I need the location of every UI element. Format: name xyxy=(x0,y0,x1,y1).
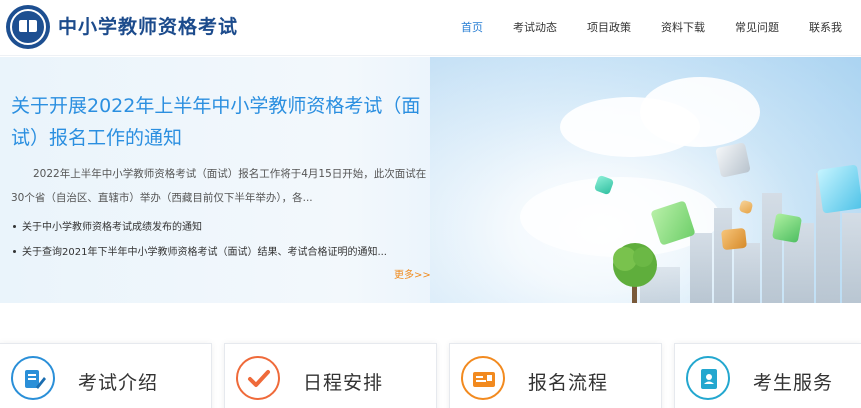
bullet-icon xyxy=(13,249,16,253)
bullet-icon xyxy=(13,224,16,228)
contact-book-icon xyxy=(686,356,730,400)
checkmark-icon xyxy=(236,356,280,400)
site-title[interactable]: 中小学教师资格考试 xyxy=(58,12,238,39)
cloud-decoration xyxy=(640,77,760,147)
id-card-icon xyxy=(461,356,505,400)
building xyxy=(842,213,861,303)
document-edit-icon-glyph xyxy=(25,370,46,389)
building xyxy=(734,243,760,303)
nav-item-policy[interactable]: 项目政策 xyxy=(572,0,646,56)
card-schedule[interactable]: 日程安排 xyxy=(224,343,437,408)
building xyxy=(762,193,782,303)
document-edit-icon xyxy=(11,356,55,400)
building xyxy=(714,208,732,303)
nav-item-faq[interactable]: 常见问题 xyxy=(720,0,794,56)
news-item[interactable]: 关于查询2021年下半年中小学教师资格考试（面试）结果、考试合格证明的通知... xyxy=(11,240,431,265)
hero-banner: 关于开展2022年上半年中小学教师资格考试（面试）报名工作的通知 2022年上半… xyxy=(0,57,861,303)
checkmark-icon-glyph xyxy=(248,370,270,387)
card-candidate-services[interactable]: 考生服务 xyxy=(674,343,861,408)
news-item-text: 关于查询2021年下半年中小学教师资格考试（面试）结果、考试合格证明的通知... xyxy=(22,247,387,258)
card-label: 考试介绍 xyxy=(78,372,159,394)
cube-decoration xyxy=(715,142,751,178)
cube-decoration xyxy=(721,227,747,251)
more-link[interactable]: 更多>> xyxy=(394,266,431,281)
news-list: 关于中小学教师资格考试成绩发布的通知 关于查询2021年下半年中小学教师资格考试… xyxy=(11,215,431,265)
site-logo[interactable] xyxy=(6,5,50,49)
card-label: 考生服务 xyxy=(753,372,834,394)
tree-illustration xyxy=(613,243,657,303)
headline-summary: 2022年上半年中小学教师资格考试（面试）报名工作将于4月15日开始，此次面试在… xyxy=(11,168,427,204)
cube-decoration xyxy=(771,212,803,244)
main-nav: 首页 考试动态 项目政策 资料下载 常见问题 联系我 xyxy=(446,0,857,56)
card-exam-intro[interactable]: 考试介绍 xyxy=(0,343,212,408)
news-item[interactable]: 关于中小学教师资格考试成绩发布的通知 xyxy=(11,215,431,240)
nav-item-home[interactable]: 首页 xyxy=(446,0,498,56)
id-card-icon-glyph xyxy=(473,372,495,387)
nav-item-contact[interactable]: 联系我 xyxy=(794,0,857,56)
headline-link[interactable]: 关于开展2022年上半年中小学教师资格考试（面试）报名工作的通知 xyxy=(11,90,421,154)
contact-book-icon-glyph xyxy=(701,369,717,389)
nav-item-exam-news[interactable]: 考试动态 xyxy=(498,0,572,56)
service-cards: 考试介绍 日程安排 报名流程 考生服务 xyxy=(0,343,861,408)
nav-item-downloads[interactable]: 资料下载 xyxy=(646,0,720,56)
card-label: 报名流程 xyxy=(528,372,609,394)
card-label: 日程安排 xyxy=(303,372,384,394)
news-item-text: 关于中小学教师资格考试成绩发布的通知 xyxy=(22,222,202,233)
card-registration-process[interactable]: 报名流程 xyxy=(449,343,662,408)
book-icon xyxy=(19,20,37,32)
cube-decoration xyxy=(817,164,861,214)
page: 中小学教师资格考试 首页 考试动态 项目政策 资料下载 常见问题 联系我 关于开… xyxy=(0,0,861,408)
building xyxy=(690,233,712,303)
site-header: 中小学教师资格考试 首页 考试动态 项目政策 资料下载 常见问题 联系我 xyxy=(0,0,861,56)
